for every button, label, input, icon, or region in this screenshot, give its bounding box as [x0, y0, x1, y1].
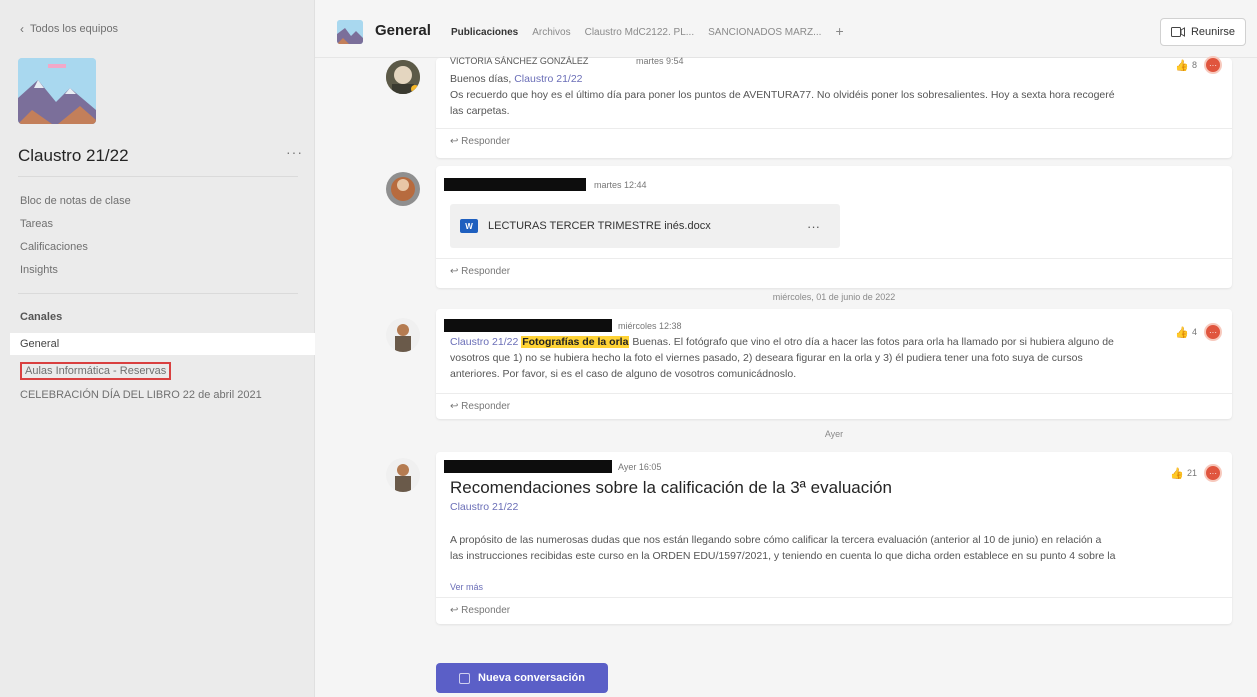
see-more-link[interactable]: Ver más [450, 582, 483, 592]
channel-team-icon [337, 20, 363, 44]
message-body-line: Os recuerdo que hoy es el último día par… [450, 89, 1115, 101]
thumbs-up-icon: 👍 [1170, 467, 1184, 480]
more-reactions-icon: ··· [1204, 464, 1222, 482]
tab-insights[interactable]: Insights [20, 264, 58, 276]
divider [18, 176, 298, 177]
thumbs-up-icon: 👍 [1175, 59, 1189, 72]
back-label: Todos los equipos [30, 23, 119, 35]
message-body-line: las carpetas. [450, 105, 510, 117]
date-separator: Ayer [824, 429, 844, 439]
tab-sancionados[interactable]: SANCIONADOS MARZ... [708, 27, 821, 39]
word-file-icon: W [460, 219, 478, 233]
channel-label: CELEBRACIÓN DÍA DEL LIBRO 22 de abril 20… [20, 389, 262, 401]
message-card: miércoles 12:38 👍 4 ··· Claustro 21/22 F… [436, 309, 1232, 419]
message-card: Ayer 16:05 👍 21 ··· Recomendaciones sobr… [436, 452, 1232, 624]
avatar[interactable] [386, 458, 420, 492]
reactions[interactable]: 👍 8 ··· [1175, 56, 1222, 74]
reply-icon: ↩ [450, 605, 462, 616]
reply-icon: ↩ [450, 266, 462, 277]
mention-link[interactable]: Claustro 21/22 [450, 501, 518, 513]
channels-heading: Canales [20, 311, 63, 323]
message-body-line: vosotros que 1) no se hubiera hecho la f… [450, 352, 1083, 364]
channel-title: General [375, 22, 431, 39]
reactions[interactable]: 👍 21 ··· [1170, 464, 1222, 482]
reaction-count: 8 [1191, 60, 1197, 70]
message-time: martes 12:44 [594, 180, 647, 190]
tab-posts[interactable]: Publicaciones [451, 27, 518, 39]
team-name: Claustro 21/22 [18, 146, 129, 165]
reply-label: Responder [461, 136, 511, 147]
video-camera-icon [1170, 27, 1185, 37]
meet-button[interactable]: Reunirse [1160, 18, 1246, 46]
chevron-left-icon: ‹ [20, 22, 24, 36]
compose-icon [459, 672, 470, 684]
avatar[interactable] [386, 172, 420, 206]
date-separator: miércoles, 01 de junio de 2022 [772, 292, 896, 302]
channel-header: General Publicaciones Archivos Claustro … [315, 0, 1257, 58]
body-text: Buenas. El fotógrafo que vino el otro dí… [629, 336, 1114, 348]
channel-dia-del-libro[interactable]: CELEBRACIÓN DÍA DEL LIBRO 22 de abril 20… [10, 384, 315, 406]
message-body-line: las instrucciones recibidas este curso e… [450, 550, 1116, 562]
new-conversation-label: Nueva conversación [478, 672, 585, 684]
reply-label: Responder [461, 401, 511, 412]
reply-label: Responder [461, 266, 511, 277]
message-greeting: Buenos días, Claustro 21/22 [450, 71, 583, 87]
team-avatar [18, 58, 96, 124]
reply-button[interactable]: ↩ Responder [436, 597, 1232, 623]
file-more-options-button[interactable]: ··· [807, 219, 820, 234]
avatar[interactable] [386, 60, 420, 94]
redacted-author [444, 460, 612, 473]
reply-icon: ↩ [450, 136, 462, 147]
meet-label: Reunirse [1190, 26, 1236, 38]
highlighted-subject: Fotografías de la orla [521, 336, 630, 348]
message-author: VICTORIA SÁNCHEZ GONZÁLEZ [450, 56, 589, 66]
message-card: VICTORIA SÁNCHEZ GONZÁLEZ martes 9:54 👍 … [436, 56, 1232, 158]
new-conversation-button[interactable]: Nueva conversación [436, 663, 608, 693]
reactions[interactable]: 👍 4 ··· [1175, 323, 1222, 341]
mention-link[interactable]: Claustro 21/22 [450, 336, 518, 348]
message-card: martes 12:44 W LECTURAS TERCER TRIMESTRE… [436, 166, 1232, 288]
avatar[interactable] [386, 318, 420, 352]
tab-class-notebook[interactable]: Bloc de notas de clase [20, 195, 131, 207]
message-time: martes 9:54 [636, 56, 684, 66]
divider [18, 293, 298, 294]
back-to-teams-link[interactable]: ‹ Todos los equipos [20, 22, 118, 36]
mention-line: Claustro 21/22 [450, 499, 518, 515]
channel-label: General [20, 338, 60, 350]
message-time: miércoles 12:38 [618, 321, 682, 331]
thumbs-up-icon: 👍 [1175, 326, 1189, 339]
file-name: LECTURAS TERCER TRIMESTRE inés.docx [488, 220, 711, 232]
reply-button[interactable]: ↩ Responder [436, 128, 1232, 154]
message-body-line: Claustro 21/22 Fotografías de la orla Bu… [450, 334, 1114, 350]
redacted-author [444, 319, 612, 332]
reply-button[interactable]: ↩ Responder [436, 393, 1232, 419]
reply-icon: ↩ [450, 401, 462, 412]
channel-aulas-informatica[interactable]: Aulas Informática - Reservas [10, 360, 315, 382]
more-reactions-icon: ··· [1204, 56, 1222, 74]
channel-label: Aulas Informática - Reservas [20, 362, 172, 380]
mention-link[interactable]: Claustro 21/22 [514, 73, 582, 85]
team-more-options-button[interactable]: ··· [286, 144, 303, 160]
team-sidebar: ‹ Todos los equipos Claustro 21/22 ··· B… [0, 0, 315, 697]
redacted-author [444, 178, 586, 191]
tab-grades[interactable]: Calificaciones [20, 241, 88, 253]
add-tab-button[interactable]: + [835, 23, 843, 39]
reply-label: Responder [461, 605, 511, 616]
message-body-line: A propósito de las numerosas dudas que n… [450, 534, 1102, 546]
reaction-count: 21 [1186, 468, 1197, 478]
file-attachment[interactable]: W LECTURAS TERCER TRIMESTRE inés.docx ··… [450, 204, 840, 248]
tab-claustro-mdc[interactable]: Claustro MdC2122. PL... [585, 27, 695, 39]
channel-tabs: Publicaciones Archivos Claustro MdC2122.… [451, 23, 844, 39]
message-title: Recomendaciones sobre la calificación de… [450, 478, 892, 497]
more-reactions-icon: ··· [1204, 323, 1222, 341]
message-time: Ayer 16:05 [618, 462, 662, 472]
tab-assignments[interactable]: Tareas [20, 218, 53, 230]
reaction-count: 4 [1191, 327, 1197, 337]
greeting-text: Buenos días, [450, 73, 515, 85]
reply-button[interactable]: ↩ Responder [436, 258, 1232, 284]
channel-general[interactable]: General [10, 333, 315, 355]
message-body-line: anteriores. Por favor, si es el caso de … [450, 368, 797, 380]
tab-files[interactable]: Archivos [532, 27, 570, 39]
